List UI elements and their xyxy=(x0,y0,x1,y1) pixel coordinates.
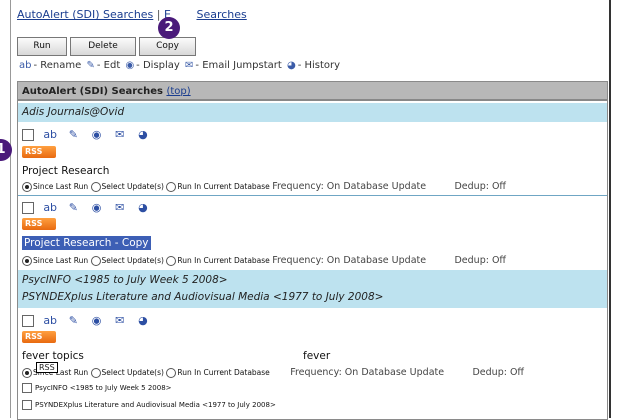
option-label: Run In Current Database xyxy=(177,182,270,191)
since-last-run-radio[interactable] xyxy=(22,368,32,378)
run-current-db-radio[interactable] xyxy=(166,256,177,266)
search-name: Project Research xyxy=(22,165,110,177)
legend-history: - History xyxy=(297,60,341,71)
option-label: Since Last Run xyxy=(33,256,89,265)
dedup-text: Dedup: Off xyxy=(454,181,506,192)
action-icons: ab ✎ ◉ ✉ ◕ xyxy=(22,201,150,215)
history-icon[interactable]: ◕ xyxy=(136,128,150,141)
run-options: Since Last Run Select Update(s) Run In C… xyxy=(22,181,506,192)
database-row: PSYNDEXplus Literature and Audiovisual M… xyxy=(22,400,276,410)
display-icon: ◉ xyxy=(125,60,135,71)
edit-icon[interactable]: ✎ xyxy=(66,201,80,214)
run-button[interactable]: Run xyxy=(17,37,67,56)
rss-label: RSS xyxy=(25,147,43,156)
frequency-text: Frequency: On Database Update xyxy=(272,255,427,266)
dedup-text: Dedup: Off xyxy=(472,367,524,378)
select-checkbox[interactable] xyxy=(22,201,34,214)
legend-email: - Email Jumpstart xyxy=(195,60,282,71)
email-icon[interactable]: ✉ xyxy=(113,201,127,214)
copy-button[interactable]: Copy xyxy=(139,37,196,56)
email-icon: ✉ xyxy=(185,60,194,71)
legend-edit: - Edt xyxy=(96,60,121,71)
rss-button[interactable]: RSS xyxy=(22,331,56,343)
display-icon[interactable]: ◉ xyxy=(90,314,104,327)
table-header: AutoAlert (SDI) Searches (top) xyxy=(18,82,607,101)
option-label: Run In Current Database xyxy=(177,256,270,265)
edit-icon[interactable]: ✎ xyxy=(66,314,80,327)
database-row: PsycINFO <1985 to July Week 5 2008> xyxy=(22,383,172,393)
frequency-text: Frequency: On Database Update xyxy=(290,367,445,378)
top-link[interactable]: (top) xyxy=(166,86,190,97)
select-checkbox[interactable] xyxy=(22,314,34,327)
group-header: Adis Journals@Ovid xyxy=(18,103,607,122)
edit-icon: ✎ xyxy=(86,60,95,71)
dedup-text: Dedup: Off xyxy=(454,255,506,266)
icon-legend: ab - Rename ✎ - Edt ◉ - Display ✉ - Email Ju… xyxy=(17,60,340,71)
row-divider xyxy=(18,195,607,196)
rss-tooltip: RSS xyxy=(36,362,58,373)
rename-icon: ab xyxy=(19,60,32,71)
option-label: Select Update(s) xyxy=(101,256,164,265)
rename-icon[interactable]: ab xyxy=(43,314,57,327)
rename-icon[interactable]: ab xyxy=(43,128,57,141)
legend-display: - Display xyxy=(136,60,180,71)
select-updates-radio[interactable] xyxy=(90,368,101,378)
history-icon[interactable]: ◕ xyxy=(136,314,150,327)
tab-bar: AutoAlert (SDI) Searches | E Searches xyxy=(17,8,247,21)
rss-label: RSS xyxy=(25,219,43,228)
group-name-secondary: PSYNDEXplus Literature and Audiovisual M… xyxy=(22,291,384,303)
searches-table: AutoAlert (SDI) Searches (top) Adis Jour… xyxy=(17,81,608,420)
rss-button[interactable]: RSS xyxy=(22,218,56,230)
run-current-db-radio[interactable] xyxy=(166,368,177,378)
tab-separator: | xyxy=(156,8,161,21)
rename-icon[interactable]: ab xyxy=(43,201,57,214)
display-icon[interactable]: ◉ xyxy=(90,128,104,141)
frequency-text: Frequency: On Database Update xyxy=(272,181,427,192)
tab-autoalert-searches[interactable]: AutoAlert (SDI) Searches xyxy=(17,8,153,21)
option-label: Run In Current Database xyxy=(177,368,270,377)
email-icon[interactable]: ✉ xyxy=(113,314,127,327)
database-name: PsycINFO <1985 to July Week 5 2008> xyxy=(35,384,172,392)
database-checkbox[interactable] xyxy=(22,383,32,393)
search-term: fever xyxy=(303,350,331,362)
run-current-db-radio[interactable] xyxy=(166,182,177,192)
run-options: Since Last Run Select Update(s) Run In C… xyxy=(22,367,524,378)
rss-button[interactable]: RSS xyxy=(22,146,56,158)
select-updates-radio[interactable] xyxy=(90,256,101,266)
search-name: fever topics xyxy=(22,350,84,362)
step-badge-2: 2 xyxy=(158,17,180,39)
option-label: Select Update(s) xyxy=(101,368,164,377)
option-label: Select Update(s) xyxy=(101,182,164,191)
display-icon[interactable]: ◉ xyxy=(90,201,104,214)
option-label: Since Last Run xyxy=(33,182,89,191)
rss-label: RSS xyxy=(25,332,43,341)
table-title: AutoAlert (SDI) Searches xyxy=(22,86,163,97)
action-icons: ab ✎ ◉ ✉ ◕ xyxy=(22,314,150,328)
since-last-run-radio[interactable] xyxy=(22,256,32,266)
history-icon: ◕ xyxy=(286,60,296,71)
group-name: PsycINFO <1985 to July Week 5 2008> xyxy=(22,274,228,286)
database-checkbox[interactable] xyxy=(22,400,32,410)
action-icons: ab ✎ ◉ ✉ ◕ xyxy=(22,128,150,142)
select-checkbox[interactable] xyxy=(22,128,34,141)
history-icon[interactable]: ◕ xyxy=(136,201,150,214)
edit-icon[interactable]: ✎ xyxy=(66,128,80,141)
run-options: Since Last Run Select Update(s) Run In C… xyxy=(22,255,506,266)
legend-rename: - Rename xyxy=(33,60,82,71)
since-last-run-radio[interactable] xyxy=(22,182,32,192)
group-name: Adis Journals@Ovid xyxy=(22,106,125,118)
email-icon[interactable]: ✉ xyxy=(113,128,127,141)
tab-searches[interactable]: Searches xyxy=(196,8,246,21)
database-name: PSYNDEXplus Literature and Audiovisual M… xyxy=(35,401,276,409)
delete-button[interactable]: Delete xyxy=(70,37,136,56)
group-header: PsycINFO <1985 to July Week 5 2008> PSYN… xyxy=(18,270,607,308)
select-updates-radio[interactable] xyxy=(90,182,101,192)
search-name[interactable]: Project Research - Copy xyxy=(22,236,151,250)
